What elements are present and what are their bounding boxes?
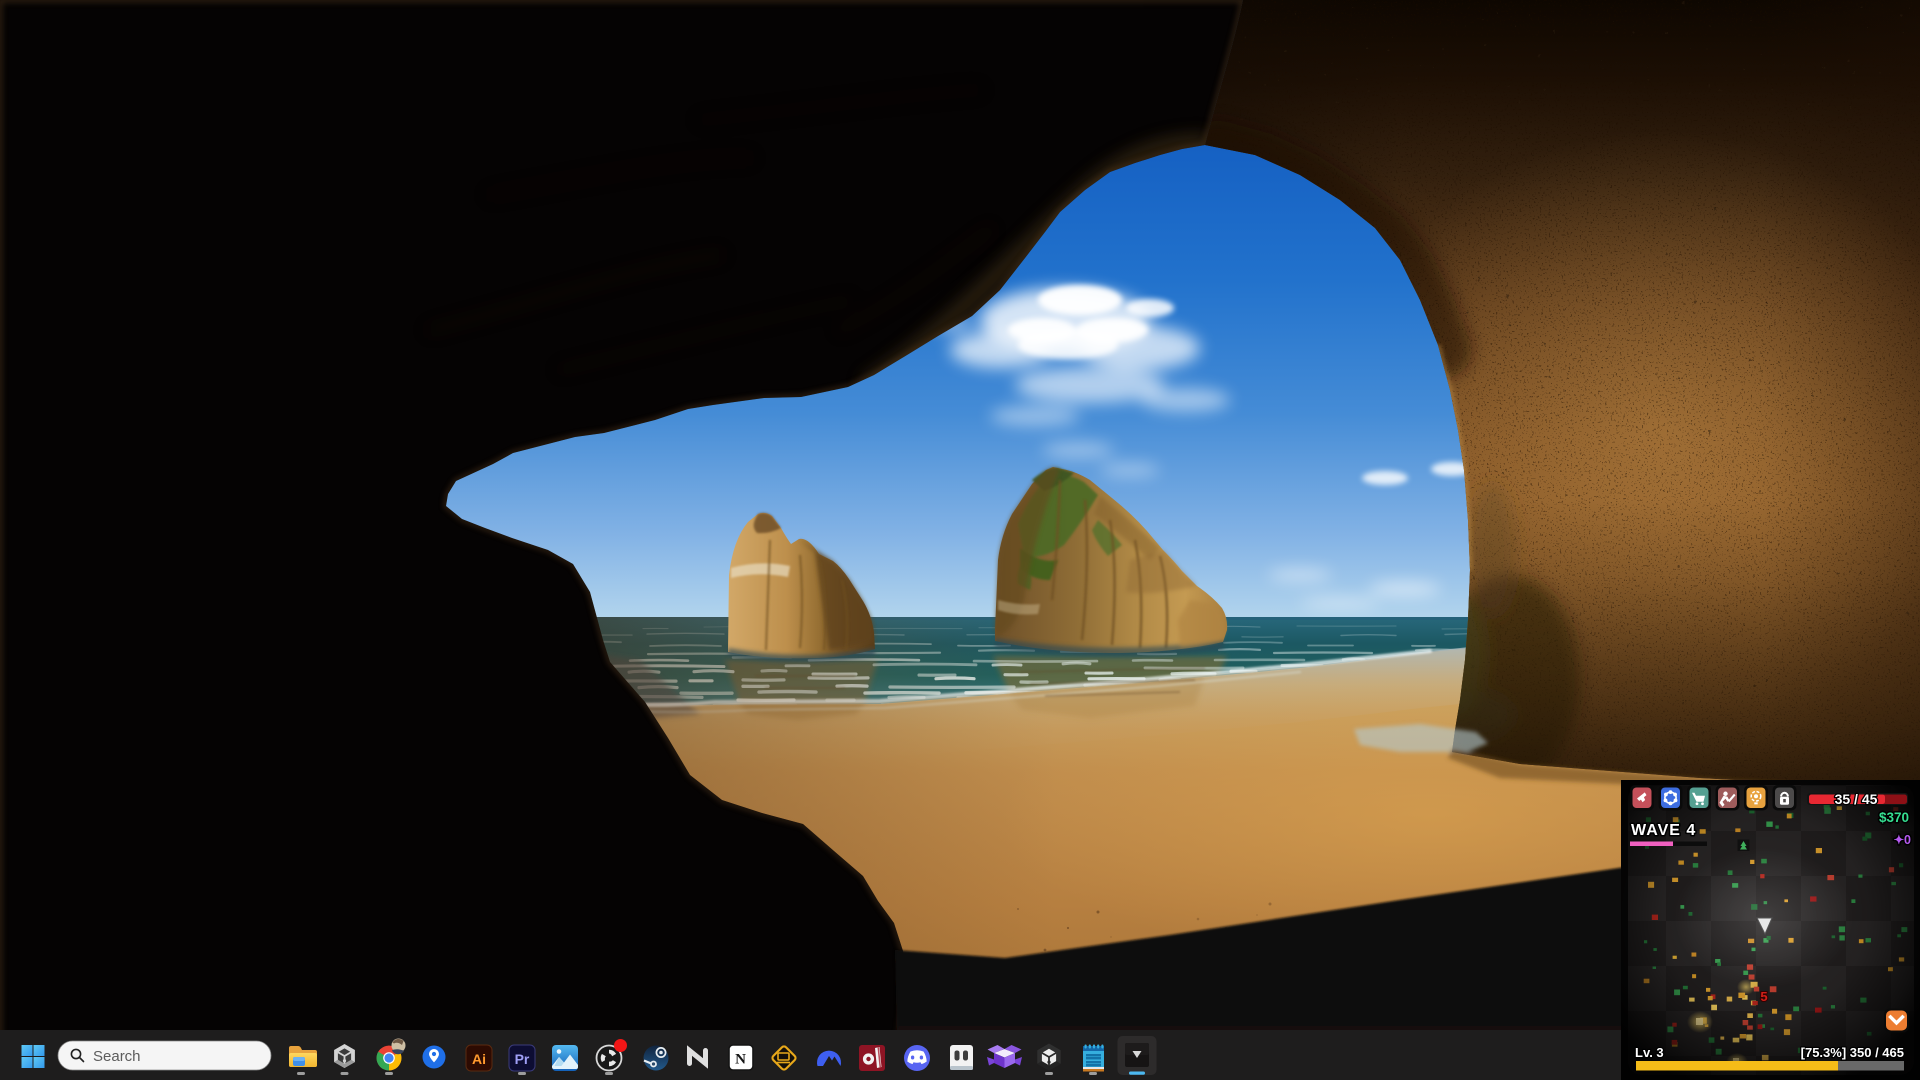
- svg-text:✦0: ✦0: [1894, 833, 1911, 847]
- svg-text:5: 5: [1760, 989, 1767, 1004]
- svg-text:Lv. 3: Lv. 3: [1635, 1045, 1664, 1060]
- svg-text:35 / 45: 35 / 45: [1835, 791, 1878, 807]
- svg-text:$370: $370: [1879, 810, 1909, 825]
- svg-text:[75.3%] 350 / 465: [75.3%] 350 / 465: [1801, 1045, 1904, 1060]
- svg-text:N: N: [735, 1052, 746, 1068]
- svg-text:Ai: Ai: [472, 1051, 486, 1067]
- svg-text:Search: Search: [93, 1048, 141, 1065]
- svg-text:Pr: Pr: [515, 1051, 530, 1067]
- svg-text:WAVE 4: WAVE 4: [1631, 822, 1696, 839]
